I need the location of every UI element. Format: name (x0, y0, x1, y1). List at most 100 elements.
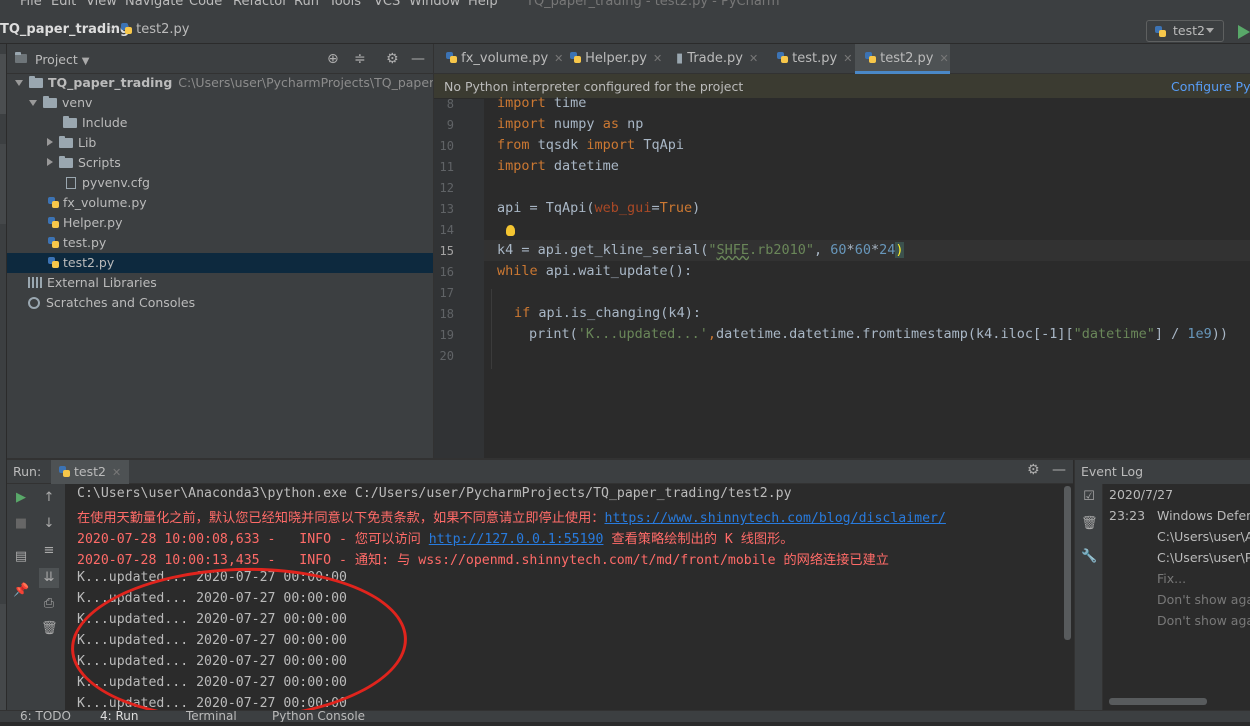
code-text: * (870, 242, 880, 258)
menu-navigate[interactable]: Navigate (125, 0, 183, 9)
close-icon[interactable]: ✕ (939, 52, 948, 65)
tab-helper[interactable]: Helper.py ✕ (560, 44, 662, 74)
lightbulb-icon[interactable] (506, 225, 515, 236)
code-text: api.is_changing(k4): (530, 305, 701, 321)
code-string: SHFE (716, 242, 749, 258)
breadcrumb-file[interactable]: test2.py (121, 22, 189, 37)
tree-file-selected[interactable]: test2.py (7, 253, 433, 273)
tree-include[interactable]: Include (63, 113, 128, 133)
line-number: 18 (439, 307, 454, 321)
tab-test[interactable]: test.py ✕ (767, 44, 853, 74)
chevron-down-icon: ▼ (81, 56, 90, 67)
configure-interpreter-link[interactable]: Configure Pyth (1171, 79, 1250, 94)
tree-file[interactable]: Helper.py (48, 213, 122, 233)
event-action-dont-show[interactable]: Don't show agai (1157, 613, 1250, 628)
menu-view[interactable]: View (86, 0, 117, 9)
menu-refactor[interactable]: Refactor (233, 0, 288, 9)
tool-tab-terminal[interactable]: Terminal (186, 711, 237, 722)
menu-window[interactable]: Window (409, 0, 460, 9)
close-icon[interactable]: ✕ (749, 52, 758, 65)
hide-icon[interactable]: — (411, 51, 425, 67)
library-icon (28, 277, 42, 288)
code-text: ) (692, 200, 701, 216)
structure-tool-tab[interactable] (0, 144, 6, 224)
tool-tab-python-console[interactable]: Python Console (272, 711, 365, 722)
web-gui-link[interactable]: http://127.0.0.1:55190 (429, 532, 604, 547)
close-icon[interactable]: ✕ (112, 466, 121, 479)
rerun-icon[interactable]: ▶ (13, 491, 29, 505)
menu-vcs[interactable]: VCS (374, 0, 400, 9)
locate-icon[interactable]: ⊕ (327, 51, 339, 67)
trash-icon[interactable]: 🗑 (41, 622, 58, 636)
tab-fx-volume[interactable]: fx_volume.py ✕ (436, 44, 563, 74)
code-text: api = TqApi( (497, 200, 595, 216)
tool-tab-todo[interactable]: 6: TODO (20, 711, 71, 722)
favorites-tool-tab[interactable] (0, 604, 6, 714)
menu-tools[interactable]: Tools (329, 0, 361, 9)
gear-icon[interactable]: ⚙ (386, 51, 399, 67)
tab-trade[interactable]: ▮ Trade.py ✕ (666, 44, 766, 74)
pin-icon[interactable]: 📌 (13, 584, 29, 598)
close-icon[interactable]: ✕ (843, 52, 852, 65)
chevron-right-icon (47, 138, 53, 146)
scroll-to-end-icon[interactable]: ⇊ (39, 568, 59, 588)
tree-lib[interactable]: Lib (47, 133, 96, 153)
event-action-dont-show[interactable]: Don't show agai (1157, 592, 1250, 607)
console-text: 在使用天勤量化之前，默认您已经知晓并同意以下免责条款，如果不同意请立即停止使用： (77, 511, 605, 526)
tree-scripts-label: Scripts (78, 155, 121, 170)
code-number: 60 (854, 242, 871, 258)
run-configuration-select[interactable]: test2 (1146, 20, 1224, 42)
wrench-icon[interactable]: 🔧 (1081, 550, 1097, 564)
menu-run[interactable]: Run (294, 0, 319, 9)
project-panel-title: Project (35, 52, 78, 67)
run-play-icon[interactable] (1238, 25, 1250, 39)
code-text: * (846, 242, 855, 258)
gear-icon[interactable]: ⚙ (1027, 462, 1040, 478)
tab-test2[interactable]: test2.py ✕ (855, 44, 950, 74)
console-line: 2020-07-28 10:00:08,633 - INFO - 您可以访问 h… (77, 528, 793, 547)
tree-scripts[interactable]: Scripts (47, 153, 121, 173)
menu-help[interactable]: Help (468, 0, 498, 9)
soft-wrap-icon[interactable]: ≡ (41, 544, 57, 558)
trash-icon[interactable]: 🗑 (1081, 517, 1098, 531)
tree-pyvenv[interactable]: pyvenv.cfg (66, 173, 150, 193)
tree-file[interactable]: fx_volume.py (48, 193, 147, 213)
tree-venv-label: venv (62, 95, 93, 110)
project-tool-tab[interactable] (0, 54, 6, 114)
python-file-icon (777, 52, 788, 63)
menu-code[interactable]: Code (189, 0, 222, 9)
line-number: 14 (439, 223, 454, 237)
layout-icon[interactable]: ▤ (13, 550, 29, 564)
folder-icon (59, 136, 73, 148)
event-action-fix[interactable]: Fix... (1157, 571, 1186, 586)
event-log-scrollbar[interactable] (1109, 698, 1207, 705)
folder-icon (59, 156, 73, 168)
stop-icon[interactable]: ■ (13, 517, 29, 531)
run-tab-test2[interactable]: test2 ✕ (51, 460, 130, 484)
mark-read-icon[interactable]: ☑ (1081, 490, 1097, 504)
arrow-down-icon[interactable]: ↓ (41, 517, 57, 531)
menu-edit[interactable]: Edit (51, 0, 76, 9)
disclaimer-link[interactable]: https://www.shinnytech.com/blog/disclaim… (605, 511, 946, 526)
project-view-select[interactable]: Project ▼ (35, 52, 89, 67)
console-scrollbar[interactable] (1064, 486, 1071, 640)
hide-icon[interactable]: — (1052, 462, 1066, 478)
collapse-all-icon[interactable]: ≑ (354, 51, 366, 67)
code-text: datetime (545, 158, 619, 174)
tree-external-libraries[interactable]: External Libraries (28, 273, 157, 293)
tree-root[interactable]: TQ_paper_trading C:\Users\user\PycharmPro… (15, 73, 485, 93)
tool-tab-run[interactable]: 4: Run (100, 711, 139, 722)
code-line: import datetime (497, 158, 619, 174)
code-param: web_gui (594, 200, 652, 216)
arrow-up-icon[interactable]: ↑ (41, 491, 57, 505)
project-panel: Project ▼ ⊕ ≑ ⚙ — TQ_paper_trading C:\Use… (7, 44, 485, 458)
code-line: if api.is_changing(k4): (514, 305, 701, 321)
menu-file[interactable]: File (20, 0, 42, 9)
tree-file[interactable]: test.py (48, 233, 106, 253)
tree-venv[interactable]: venv (29, 93, 92, 113)
tree-lib-label: Lib (78, 135, 97, 150)
close-icon[interactable]: ✕ (653, 52, 662, 65)
editor: fx_volume.py ✕ Helper.py ✕ ▮ Trade.py ✕ tes… (433, 44, 1250, 458)
tree-scratches[interactable]: Scratches and Consoles (28, 293, 195, 313)
print-icon[interactable]: ⎙ (41, 597, 57, 611)
